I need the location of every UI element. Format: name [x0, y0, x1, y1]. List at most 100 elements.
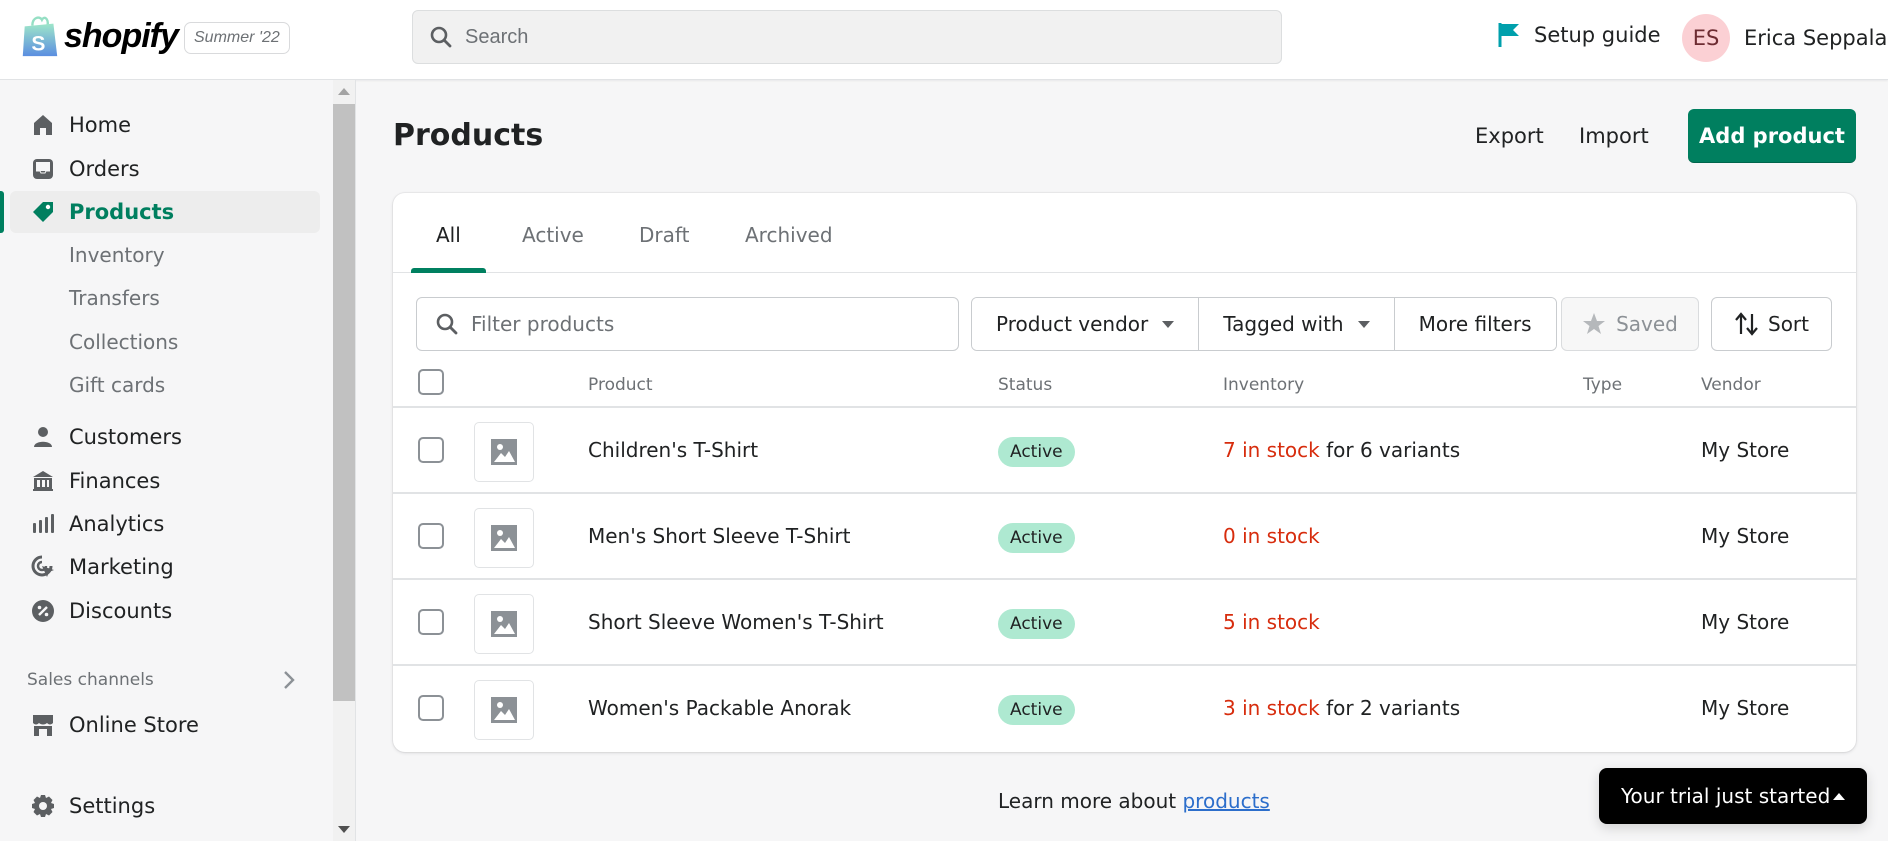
more-filters-button[interactable]: More filters [1394, 298, 1556, 350]
vendor-cell: My Store [1701, 524, 1790, 548]
tab-all[interactable]: All [436, 223, 461, 247]
product-thumbnail [474, 508, 534, 568]
tab-active[interactable]: Active [522, 223, 584, 247]
sidebar-subitem-gift-cards[interactable]: Gift cards [69, 373, 165, 397]
status-badge: Active [998, 523, 1075, 553]
scrollbar-thumb[interactable] [333, 104, 355, 701]
row-checkbox[interactable] [418, 695, 444, 721]
stock-count: 0 in stock [1223, 524, 1320, 548]
setup-guide-button[interactable]: Setup guide [1498, 22, 1661, 48]
tagged-with-filter[interactable]: Tagged with [1199, 298, 1395, 350]
row-checkbox[interactable] [418, 523, 444, 549]
person-icon [30, 424, 56, 450]
sidebar-item-products[interactable]: Products [10, 191, 320, 233]
product-thumbnail [474, 594, 534, 654]
export-button[interactable]: Export [1475, 124, 1544, 148]
user-menu[interactable]: ES Erica Seppala [1682, 14, 1887, 62]
filter-products-input[interactable] [471, 312, 941, 336]
products-card: All Active Draft Archived Product vendor… [393, 193, 1856, 752]
column-header-inventory[interactable]: Inventory [1223, 375, 1304, 395]
sidebar-item-label: Products [69, 200, 175, 224]
sidebar-item-orders[interactable]: Orders [10, 148, 320, 190]
products-help-link[interactable]: products [1182, 789, 1269, 813]
sidebar-subitem-transfers[interactable]: Transfers [69, 286, 160, 310]
column-header-type[interactable]: Type [1583, 375, 1622, 395]
star-icon [1583, 313, 1606, 334]
shopify-bag-icon: S [22, 16, 58, 57]
product-name[interactable]: Men's Short Sleeve T-Shirt [588, 524, 851, 548]
table-row[interactable]: Men's Short Sleeve T-Shirt Active 0 in sto… [393, 496, 1856, 580]
filter-products-field[interactable] [416, 297, 959, 351]
sidebar-subitem-collections[interactable]: Collections [69, 330, 178, 354]
table-row[interactable]: Short Sleeve Women's T-Shirt Active 5 in s… [393, 582, 1856, 666]
top-bar: S shopify Summer '22 Setup guide ES Eric… [0, 0, 1888, 80]
tab-archived[interactable]: Archived [745, 223, 833, 247]
column-header-product[interactable]: Product [588, 375, 653, 395]
product-vendor-filter[interactable]: Product vendor [972, 298, 1200, 350]
flag-icon [1498, 23, 1519, 47]
search-input[interactable] [465, 25, 1245, 49]
chevron-right-icon[interactable] [282, 669, 296, 691]
stock-count: 7 in stock [1223, 438, 1320, 462]
discount-icon [30, 598, 56, 624]
scroll-down-arrow-icon[interactable] [338, 826, 350, 833]
product-name[interactable]: Women's Packable Anorak [588, 696, 851, 720]
table-row[interactable]: Women's Packable Anorak Active 3 in stock … [393, 668, 1856, 752]
search-icon [430, 26, 452, 48]
vendor-cell: My Store [1701, 696, 1790, 720]
sidebar-item-analytics[interactable]: Analytics [10, 503, 320, 545]
sidebar-item-settings[interactable]: Settings [10, 785, 320, 827]
shopify-logo[interactable]: S shopify [20, 14, 179, 58]
image-placeholder-icon [491, 611, 517, 637]
product-name[interactable]: Children's T-Shirt [588, 438, 758, 462]
setup-guide-label: Setup guide [1534, 23, 1661, 47]
product-vendor-label: Product vendor [996, 312, 1149, 336]
sidebar-item-label: Discounts [69, 599, 173, 623]
sidebar-item-customers[interactable]: Customers [10, 416, 320, 458]
sidebar-item-marketing[interactable]: Marketing [10, 546, 320, 588]
global-search[interactable] [412, 10, 1282, 64]
table-row[interactable]: Children's T-Shirt Active 7 in stock for 6… [393, 410, 1856, 494]
product-thumbnail [474, 422, 534, 482]
sort-button[interactable]: Sort [1711, 297, 1832, 351]
trial-banner[interactable]: Your trial just started [1599, 768, 1867, 824]
tagged-with-label: Tagged with [1223, 312, 1344, 336]
sidebar-item-home[interactable]: Home [10, 104, 320, 146]
home-icon [30, 112, 56, 138]
sidebar: Home Orders Products Inventory Transfers… [0, 80, 356, 841]
add-product-button[interactable]: Add product [1688, 109, 1856, 163]
bank-icon [30, 468, 56, 494]
column-header-status[interactable]: Status [998, 375, 1052, 395]
product-name[interactable]: Short Sleeve Women's T-Shirt [588, 610, 884, 634]
image-placeholder-icon [491, 439, 517, 465]
image-placeholder-icon [491, 525, 517, 551]
page-title: Products [393, 118, 544, 153]
row-checkbox[interactable] [418, 437, 444, 463]
tag-icon [30, 199, 56, 225]
inventory-cell: 3 in stock for 2 variants [1223, 696, 1460, 720]
variant-count: for 2 variants [1319, 696, 1461, 720]
caret-down-icon [1357, 320, 1370, 328]
learn-more-text: Learn more about products [998, 789, 1270, 813]
active-indicator [0, 191, 4, 233]
variant-count: for 6 variants [1319, 438, 1461, 462]
row-checkbox[interactable] [418, 609, 444, 635]
search-icon [436, 313, 458, 335]
scroll-up-arrow-icon[interactable] [338, 88, 350, 95]
column-header-vendor[interactable]: Vendor [1701, 375, 1761, 395]
import-button[interactable]: Import [1579, 124, 1649, 148]
sidebar-item-finances[interactable]: Finances [10, 460, 320, 502]
sidebar-item-discounts[interactable]: Discounts [10, 590, 320, 632]
trial-banner-label: Your trial just started [1621, 784, 1831, 808]
status-badge: Active [998, 437, 1075, 467]
tab-draft[interactable]: Draft [639, 223, 689, 247]
sort-label: Sort [1768, 312, 1809, 336]
select-all-checkbox[interactable] [418, 369, 444, 395]
sidebar-item-online-store[interactable]: Online Store [10, 704, 320, 746]
sidebar-item-label: Marketing [69, 555, 174, 579]
sidebar-scrollbar[interactable] [333, 80, 355, 841]
svg-text:S: S [31, 32, 45, 55]
orders-icon [30, 156, 56, 182]
sidebar-item-label: Home [69, 113, 132, 137]
sidebar-subitem-inventory[interactable]: Inventory [69, 243, 165, 267]
